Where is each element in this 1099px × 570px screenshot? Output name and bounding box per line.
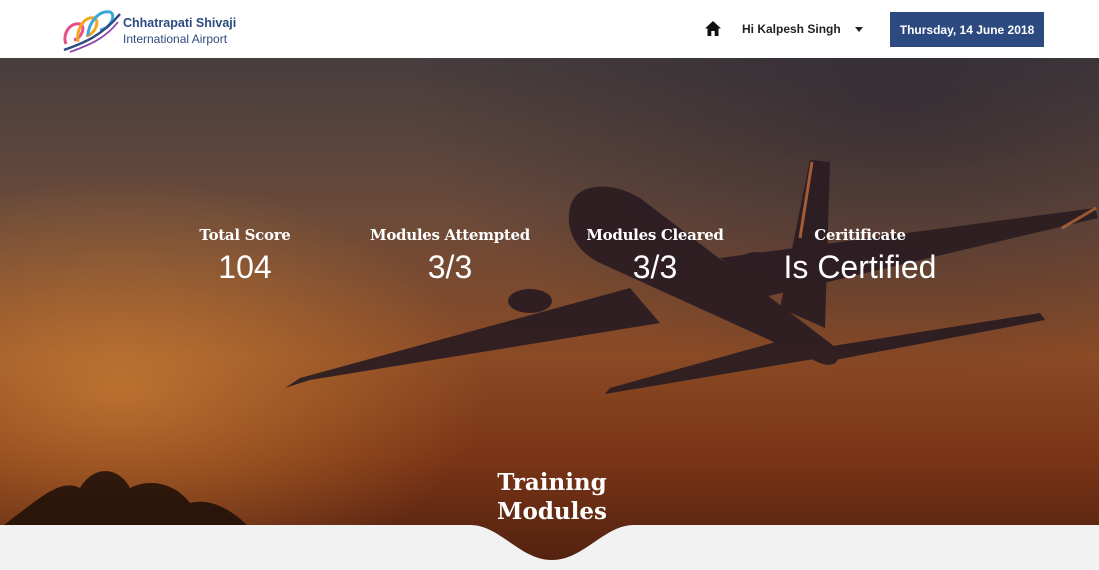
- home-button[interactable]: [703, 19, 723, 39]
- logo-subtitle: International Airport: [123, 32, 228, 46]
- stat-modules-cleared: Modules Cleared 3/3: [555, 226, 755, 284]
- stat-modules-attempted: Modules Attempted 3/3: [350, 226, 550, 284]
- logo-title: Chhatrapati Shivaji: [123, 16, 237, 30]
- home-icon: [705, 21, 721, 36]
- stat-value: 3/3: [427, 249, 473, 285]
- training-modules-heading: Training Modules: [452, 468, 652, 526]
- csia-swirl-logo-icon: [63, 10, 121, 53]
- stat-value: Is Certified: [783, 249, 937, 285]
- stat-total-score: Total Score 104: [145, 226, 345, 284]
- caret-down-icon: [854, 26, 863, 32]
- stat-value: 104: [218, 249, 272, 285]
- stat-certificate: Ceritificate Is Certified: [760, 226, 960, 284]
- stat-label: Modules Attempted: [370, 226, 530, 244]
- date-badge: Thursday, 14 June 2018: [890, 12, 1044, 47]
- stat-label: Ceritificate: [814, 226, 906, 244]
- stat-label: Modules Cleared: [586, 226, 724, 244]
- user-greeting: Hi Kalpesh Singh: [742, 22, 841, 36]
- airport-logo[interactable]: Chhatrapati Shivaji International Airpor…: [60, 4, 240, 54]
- section-divider-wave: [0, 525, 1099, 570]
- stat-label: Total Score: [199, 226, 291, 244]
- hero-banner: Total Score 104 Modules Attempted 3/3 Mo…: [0, 58, 1099, 570]
- heading-line-2: Modules: [497, 498, 607, 525]
- user-menu-dropdown[interactable]: Hi Kalpesh Singh: [742, 19, 863, 39]
- stat-value: 3/3: [632, 249, 678, 285]
- heading-line-1: Training: [497, 469, 607, 496]
- top-navbar: Chhatrapati Shivaji International Airpor…: [0, 0, 1099, 58]
